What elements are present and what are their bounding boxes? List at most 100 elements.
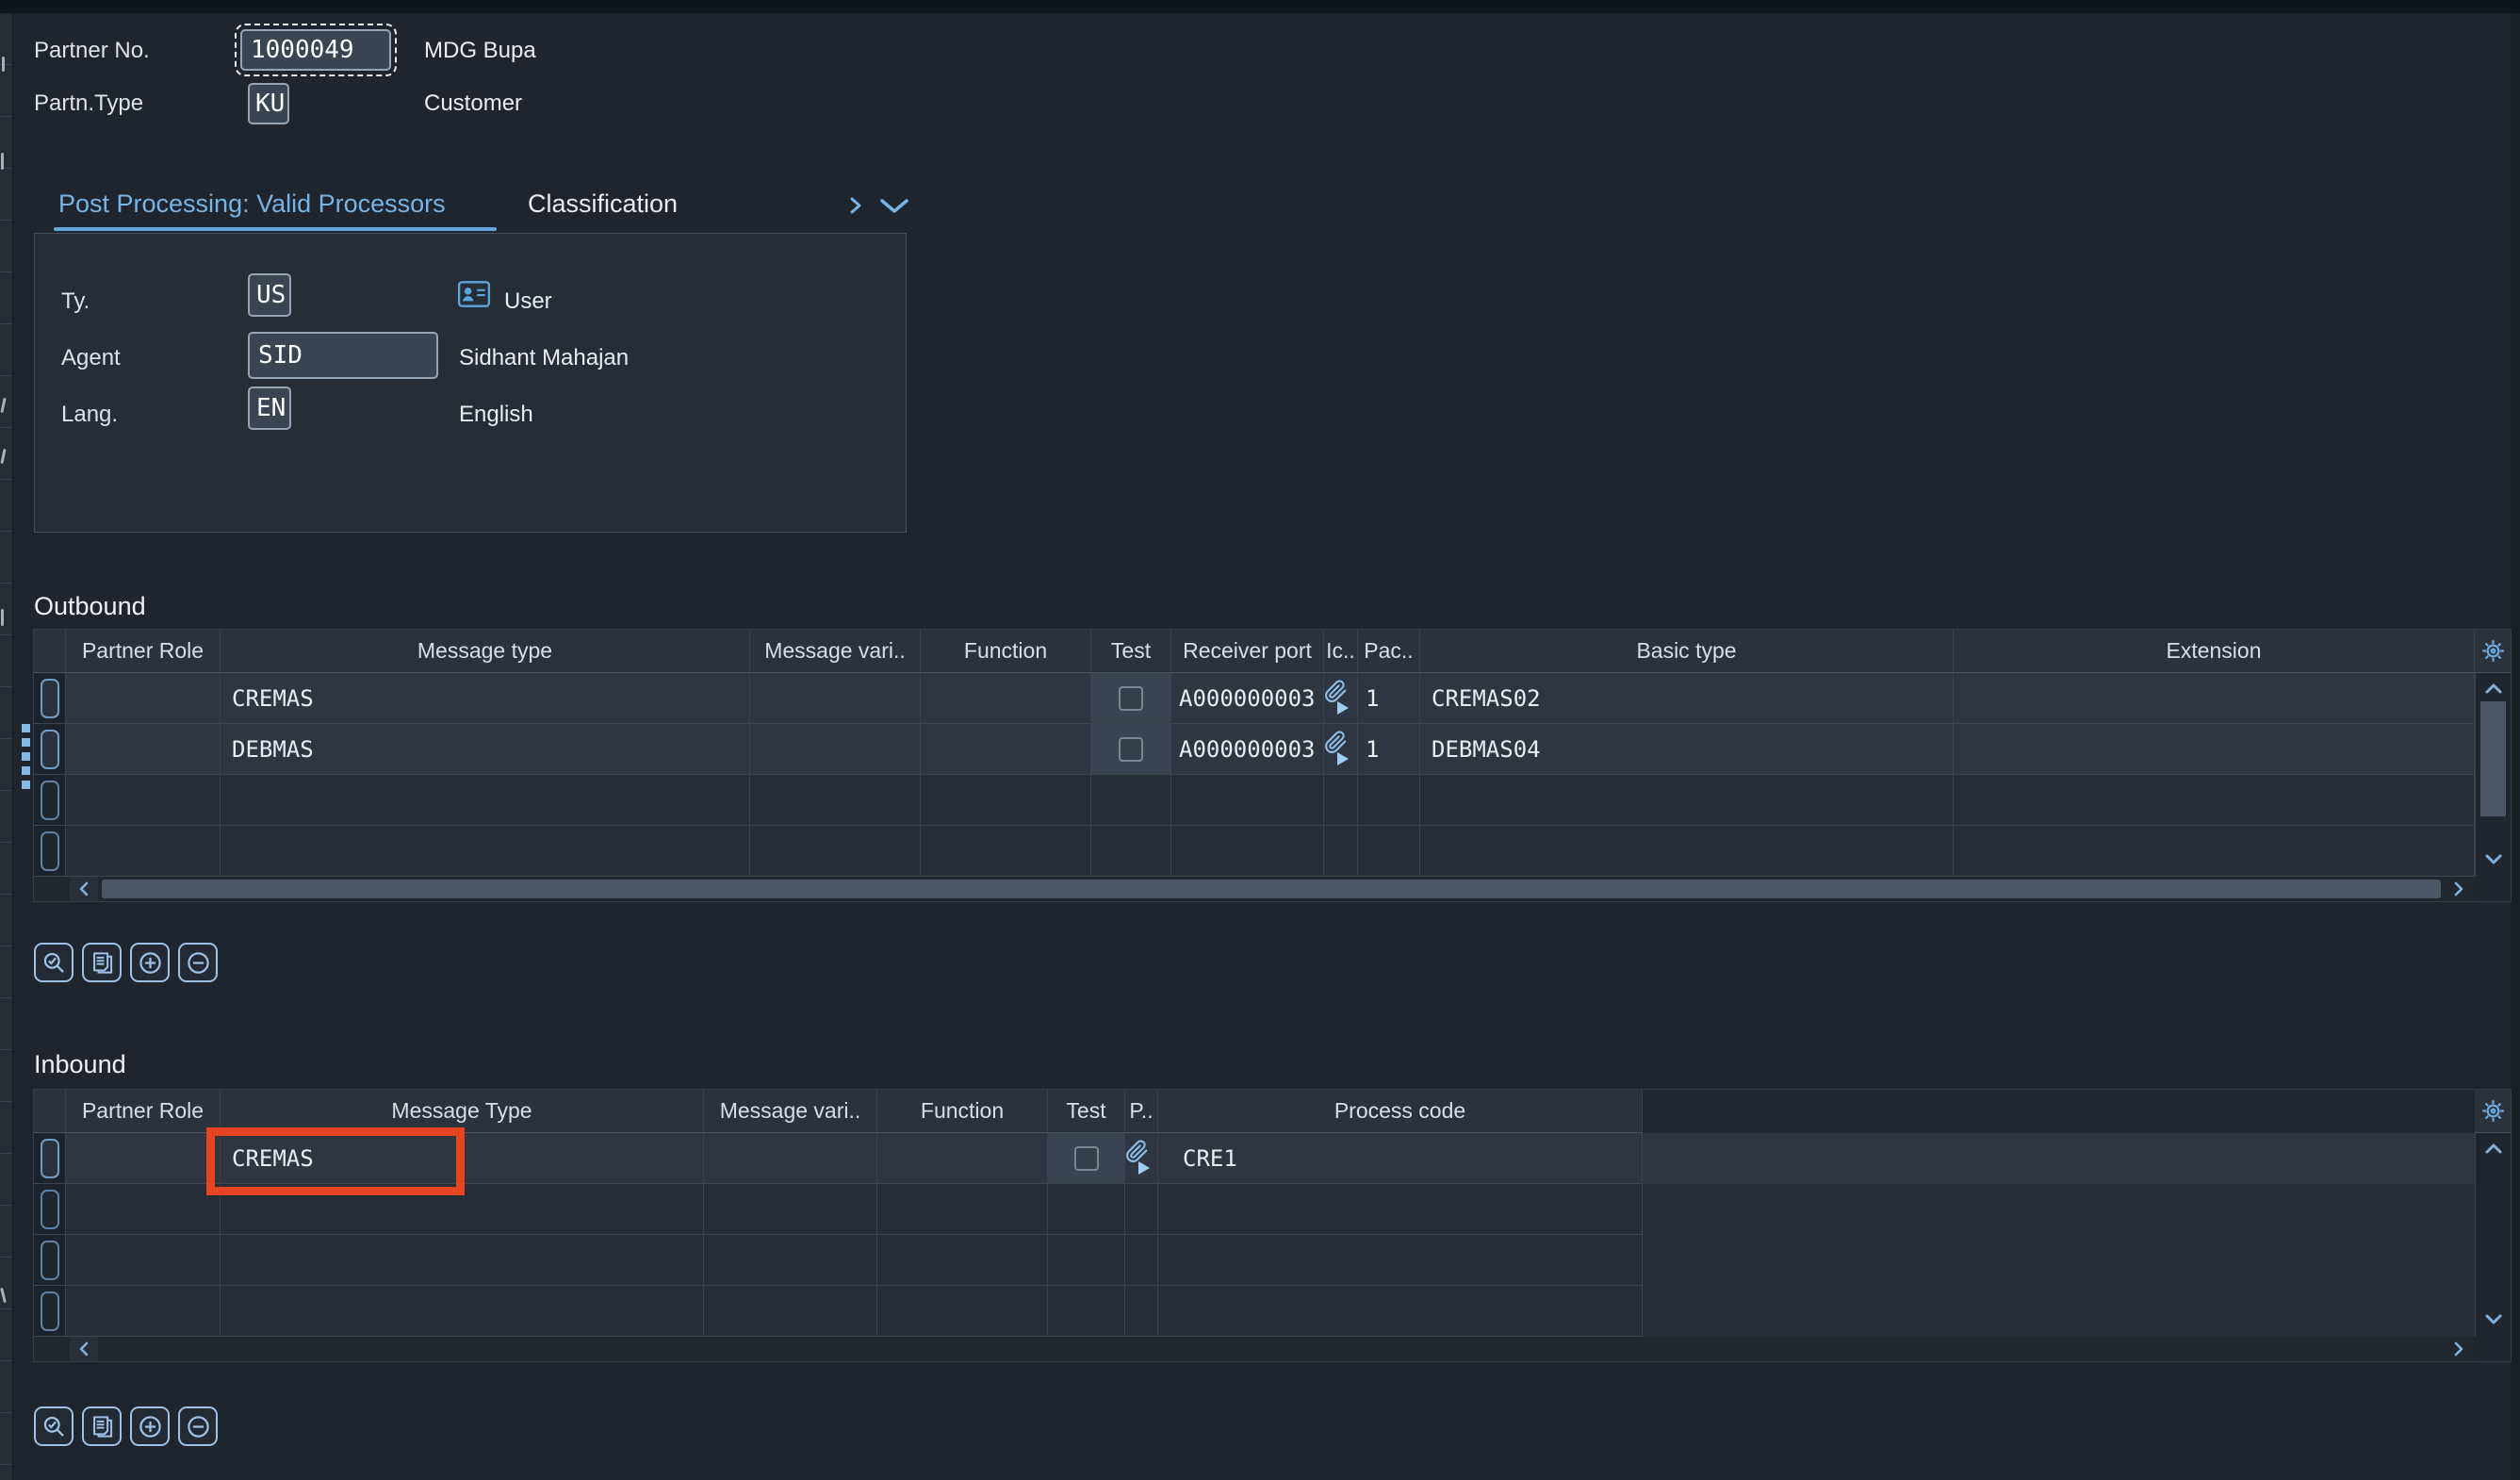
outbound-vscrollbar[interactable]	[2475, 673, 2511, 877]
row-selector[interactable]	[34, 1133, 66, 1184]
hscroll-thumb[interactable]	[102, 880, 2441, 898]
cell-empty[interactable]	[750, 826, 921, 877]
cell-empty[interactable]	[66, 775, 221, 826]
cell-function[interactable]	[877, 1133, 1048, 1184]
choose-detail-button[interactable]	[34, 1406, 74, 1446]
copy-button[interactable]	[82, 943, 122, 982]
agent-input[interactable]: SID	[248, 332, 438, 379]
scroll-right-icon[interactable]	[2445, 877, 2473, 901]
cell-pac[interactable]: 1	[1358, 724, 1420, 775]
lang-input[interactable]: EN	[248, 386, 291, 430]
col-basic-type[interactable]: Basic type	[1420, 630, 1954, 673]
cell-message-variant[interactable]	[750, 673, 921, 724]
col-message-variant[interactable]: Message vari..	[750, 630, 921, 673]
scroll-right-icon[interactable]	[2445, 1337, 2473, 1361]
partner-no-input[interactable]: 1000049	[240, 29, 391, 71]
delete-row-button[interactable]	[178, 1406, 218, 1446]
tab-classification[interactable]: Classification	[528, 189, 678, 219]
test-checkbox[interactable]	[1119, 737, 1143, 762]
cell-basic-type[interactable]: DEBMAS04	[1420, 724, 1954, 775]
cell-extension[interactable]	[1954, 673, 2475, 724]
select-all-corner[interactable]	[34, 1090, 66, 1133]
col-partner-role[interactable]: Partner Role	[66, 630, 221, 673]
cell-empty[interactable]	[704, 1286, 877, 1337]
cell-receiver-port[interactable]: A000000003	[1171, 724, 1324, 775]
col-function[interactable]: Function	[877, 1090, 1048, 1133]
cell-empty[interactable]	[877, 1286, 1048, 1337]
col-message-type[interactable]: Message type	[221, 630, 750, 673]
row-selector[interactable]	[34, 775, 66, 826]
attachment-paperclip-icon[interactable]	[1125, 1137, 1154, 1180]
select-all-corner[interactable]	[34, 630, 66, 673]
tab-post-processing[interactable]: Post Processing: Valid Processors	[58, 189, 446, 219]
partner-type-input[interactable]: KU	[248, 83, 289, 124]
cell-message-type[interactable]: DEBMAS	[221, 724, 750, 775]
cell-empty[interactable]	[1125, 1184, 1158, 1235]
cell-basic-type[interactable]: CREMAS02	[1420, 673, 1954, 724]
cell-empty[interactable]	[66, 1286, 221, 1337]
col-test[interactable]: Test	[1048, 1090, 1125, 1133]
cell-empty[interactable]	[1171, 775, 1324, 826]
cell-empty[interactable]	[1954, 826, 2475, 877]
cell-empty[interactable]	[921, 826, 1091, 877]
cell-empty[interactable]	[877, 1184, 1048, 1235]
processor-type-input[interactable]: US	[248, 273, 291, 317]
scroll-left-icon[interactable]	[70, 1337, 98, 1361]
inbound-hscrollbar[interactable]	[34, 1337, 2475, 1361]
cell-empty[interactable]	[1125, 1235, 1158, 1286]
col-partner-role[interactable]: Partner Role	[66, 1090, 221, 1133]
row-selector[interactable]	[34, 673, 66, 724]
collapsed-sidebar-sliver[interactable]	[0, 13, 13, 1480]
cell-empty[interactable]	[66, 1235, 221, 1286]
attachment-paperclip-icon[interactable]	[1324, 728, 1352, 771]
cell-process-code[interactable]: CRE1	[1158, 1133, 1643, 1184]
cell-empty[interactable]	[221, 1235, 704, 1286]
col-function[interactable]: Function	[921, 630, 1091, 673]
choose-detail-button[interactable]	[34, 943, 74, 982]
inbound-vscrollbar[interactable]	[2475, 1133, 2511, 1337]
col-message-variant[interactable]: Message vari..	[704, 1090, 877, 1133]
cell-empty[interactable]	[1158, 1235, 1643, 1286]
cell-empty[interactable]	[1158, 1184, 1643, 1235]
insert-row-button[interactable]	[130, 1406, 170, 1446]
cell-empty[interactable]	[1125, 1286, 1158, 1337]
tab-overflow-chevron-right-icon[interactable]	[848, 193, 863, 222]
copy-button[interactable]	[82, 1406, 122, 1446]
cell-empty[interactable]	[1324, 826, 1358, 877]
scroll-up-icon[interactable]	[2476, 1135, 2512, 1161]
cell-function[interactable]	[921, 724, 1091, 775]
delete-row-button[interactable]	[178, 943, 218, 982]
cell-empty[interactable]	[704, 1184, 877, 1235]
cell-message-variant[interactable]	[704, 1133, 877, 1184]
cell-empty[interactable]	[221, 826, 750, 877]
col-p[interactable]: P..	[1125, 1090, 1158, 1133]
cell-extension[interactable]	[1954, 724, 2475, 775]
outbound-hscrollbar[interactable]	[34, 877, 2475, 901]
vscroll-thumb[interactable]	[2480, 701, 2506, 816]
test-checkbox[interactable]	[1119, 686, 1143, 711]
cell-empty[interactable]	[1048, 1286, 1125, 1337]
insert-row-button[interactable]	[130, 943, 170, 982]
col-extension[interactable]: Extension	[1954, 630, 2475, 673]
cell-empty[interactable]	[1091, 775, 1171, 826]
cell-empty[interactable]	[1420, 826, 1954, 877]
col-ic[interactable]: Ic..	[1324, 630, 1358, 673]
col-test[interactable]: Test	[1091, 630, 1171, 673]
cell-empty[interactable]	[1091, 826, 1171, 877]
cell-partner-role[interactable]	[66, 1133, 221, 1184]
cell-message-variant[interactable]	[750, 724, 921, 775]
row-selector[interactable]	[34, 1184, 66, 1235]
cell-pac[interactable]: 1	[1358, 673, 1420, 724]
attachment-paperclip-icon[interactable]	[1324, 677, 1352, 720]
cell-empty[interactable]	[877, 1235, 1048, 1286]
test-checkbox[interactable]	[1074, 1146, 1099, 1171]
cell-empty[interactable]	[704, 1235, 877, 1286]
cell-empty[interactable]	[66, 826, 221, 877]
cell-empty[interactable]	[750, 775, 921, 826]
cell-empty[interactable]	[66, 1184, 221, 1235]
row-selector[interactable]	[34, 1235, 66, 1286]
scroll-up-icon[interactable]	[2476, 675, 2512, 701]
cell-empty[interactable]	[1420, 775, 1954, 826]
scroll-down-icon[interactable]	[2476, 1307, 2512, 1333]
cell-empty[interactable]	[1358, 826, 1420, 877]
